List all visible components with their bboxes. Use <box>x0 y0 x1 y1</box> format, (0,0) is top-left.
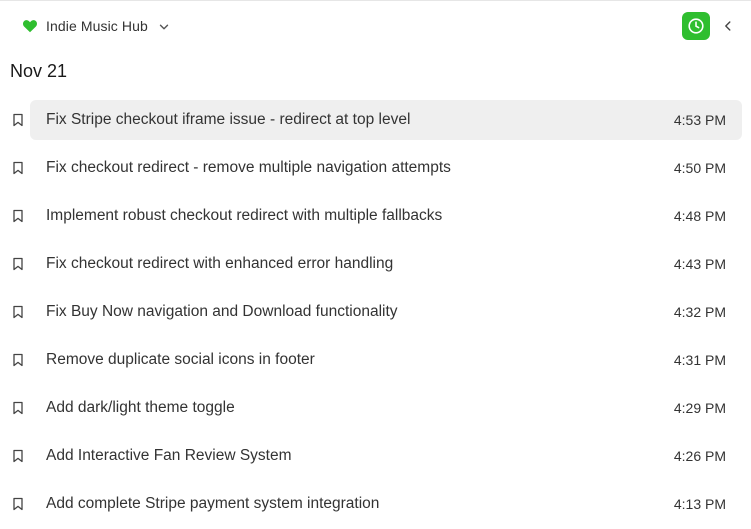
history-row[interactable]: Remove duplicate social icons in footer 4… <box>30 340 742 380</box>
row-time: 4:29 PM <box>673 400 726 416</box>
history-button[interactable] <box>682 12 710 40</box>
row-time: 4:50 PM <box>673 160 726 176</box>
row-time: 4:48 PM <box>673 208 726 224</box>
list-item: Implement robust checkout redirect with … <box>0 196 751 244</box>
project-name: Indie Music Hub <box>46 18 148 34</box>
bookmark-button[interactable] <box>10 496 26 512</box>
bookmark-icon <box>13 209 23 223</box>
list-item: Fix checkout redirect - remove multiple … <box>0 148 751 196</box>
row-time: 4:53 PM <box>673 112 726 128</box>
project-selector[interactable]: Indie Music Hub <box>22 15 170 37</box>
row-title: Remove duplicate social icons in footer <box>46 351 315 368</box>
bookmark-button[interactable] <box>10 304 26 320</box>
bookmark-button[interactable] <box>10 352 26 368</box>
row-title: Add complete Stripe payment system integ… <box>46 495 380 512</box>
row-title: Fix Buy Now navigation and Download func… <box>46 303 398 320</box>
version-history-panel: Indie Music Hub Nov 21 Fix Stripe checko… <box>0 0 751 529</box>
list-item: Fix Buy Now navigation and Download func… <box>0 292 751 340</box>
history-list: Fix Stripe checkout iframe issue - redir… <box>0 100 751 529</box>
row-time: 4:43 PM <box>673 256 726 272</box>
row-title: Implement robust checkout redirect with … <box>46 207 443 224</box>
bookmark-icon <box>13 161 23 175</box>
list-item: Add dark/light theme toggle 4:29 PM <box>0 388 751 436</box>
bookmark-button[interactable] <box>10 448 26 464</box>
header: Indie Music Hub <box>0 1 751 49</box>
history-row[interactable]: Fix Stripe checkout iframe issue - redir… <box>30 100 742 140</box>
bookmark-icon <box>13 449 23 463</box>
bookmark-button[interactable] <box>10 160 26 176</box>
history-row[interactable]: Add complete Stripe payment system integ… <box>30 484 742 524</box>
row-time: 4:13 PM <box>673 496 726 512</box>
row-time: 4:32 PM <box>673 304 726 320</box>
chevron-left-icon <box>725 21 731 31</box>
row-title: Fix checkout redirect with enhanced erro… <box>46 255 394 272</box>
list-item: Fix Stripe checkout iframe issue - redir… <box>0 100 751 148</box>
list-item: Remove duplicate social icons in footer 4… <box>0 340 751 388</box>
bookmark-button[interactable] <box>10 208 26 224</box>
history-row[interactable]: Implement robust checkout redirect with … <box>30 196 742 236</box>
bookmark-icon <box>13 305 23 319</box>
list-item: Add complete Stripe payment system integ… <box>0 484 751 529</box>
bookmark-icon <box>13 257 23 271</box>
row-title: Fix Stripe checkout iframe issue - redir… <box>46 111 411 128</box>
row-time: 4:26 PM <box>673 448 726 464</box>
list-item: Add Interactive Fan Review System 4:26 PM <box>0 436 751 484</box>
history-row[interactable]: Add Interactive Fan Review System 4:26 PM <box>30 436 742 476</box>
bookmark-icon <box>13 497 23 511</box>
chevron-down-icon <box>158 20 170 32</box>
bookmark-button[interactable] <box>10 112 26 128</box>
history-row[interactable]: Fix checkout redirect with enhanced erro… <box>30 244 742 284</box>
bookmark-button[interactable] <box>10 256 26 272</box>
history-row[interactable]: Add dark/light theme toggle 4:29 PM <box>30 388 742 428</box>
heart-icon <box>22 18 38 34</box>
history-row[interactable]: Fix checkout redirect - remove multiple … <box>30 148 742 188</box>
bookmark-button[interactable] <box>10 400 26 416</box>
bookmark-icon <box>13 353 23 367</box>
clock-icon <box>688 18 704 34</box>
row-time: 4:31 PM <box>673 352 726 368</box>
collapse-panel-button[interactable] <box>718 16 738 36</box>
row-title: Add Interactive Fan Review System <box>46 447 292 464</box>
date-heading: Nov 21 <box>10 61 68 81</box>
history-row[interactable]: Fix Buy Now navigation and Download func… <box>30 292 742 332</box>
list-item: Fix checkout redirect with enhanced erro… <box>0 244 751 292</box>
bookmark-icon <box>13 401 23 415</box>
row-title: Fix checkout redirect - remove multiple … <box>46 159 451 176</box>
bookmark-icon <box>13 113 23 127</box>
row-title: Add dark/light theme toggle <box>46 399 235 416</box>
